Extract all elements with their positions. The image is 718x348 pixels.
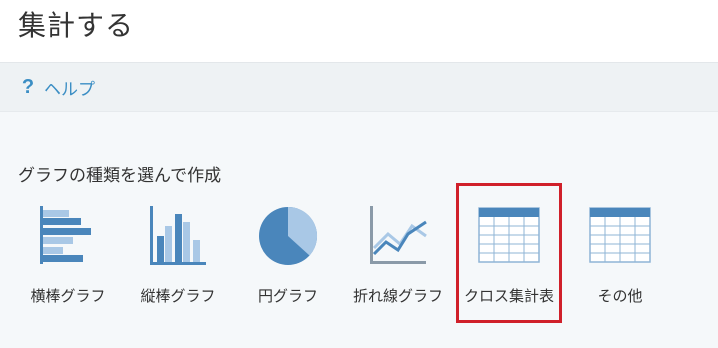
chart-type-other[interactable]: その他	[566, 200, 674, 310]
chart-type-label: クロス集計表	[463, 287, 554, 305]
help-bar: ? ヘルプ	[0, 63, 718, 112]
chart-type-label: 円グラフ	[257, 287, 318, 305]
chart-type-horizontal-bar[interactable]: 横棒グラフ	[14, 200, 122, 310]
chart-type-line[interactable]: 折れ線グラフ	[344, 200, 452, 310]
page-title: 集計する	[18, 9, 135, 42]
page-header: 集計する	[0, 0, 718, 63]
vertical-bar-chart-icon	[150, 206, 206, 265]
line-chart-icon	[370, 206, 427, 264]
chart-type-label: 折れ線グラフ	[352, 287, 443, 305]
help-link[interactable]: ? ヘルプ	[20, 75, 95, 100]
other-table-icon	[589, 207, 651, 263]
aggregate-page: 集計する ? ヘルプ グラフの種類を選んで作成 横棒グラフ 縦棒グラフ 円グラフ…	[0, 0, 718, 348]
horizontal-bar-chart-icon	[40, 206, 91, 264]
help-label: ヘルプ	[44, 80, 95, 100]
chart-type-label: 横棒グラフ	[30, 287, 106, 305]
pie-chart-icon	[259, 206, 318, 265]
chart-type-label: 縦棒グラフ	[140, 287, 216, 305]
chart-type-pie[interactable]: 円グラフ	[234, 200, 342, 310]
question-icon: ?	[21, 76, 35, 98]
section-label: グラフの種類を選んで作成	[18, 166, 222, 186]
chart-type-label: その他	[597, 287, 643, 305]
chart-type-crosstab[interactable]: クロス集計表	[455, 200, 563, 310]
crosstab-table-icon	[478, 207, 540, 263]
chart-type-vertical-bar[interactable]: 縦棒グラフ	[124, 200, 232, 310]
